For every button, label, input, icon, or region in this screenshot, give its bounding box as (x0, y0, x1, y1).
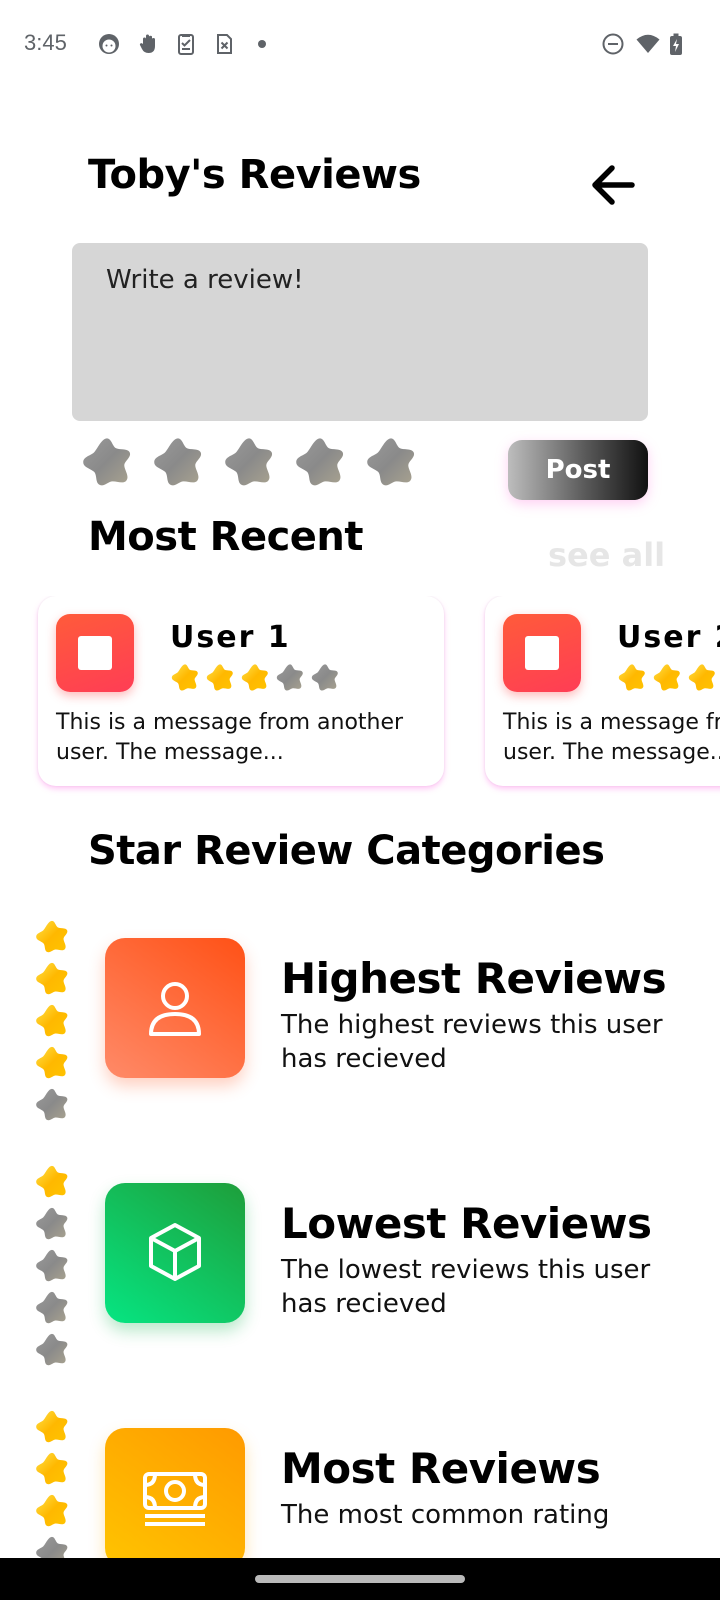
star-empty-icon[interactable] (222, 434, 276, 488)
category-icon-box (105, 938, 245, 1078)
star-filled-icon (34, 960, 70, 996)
category-title: Lowest Reviews (281, 1199, 652, 1248)
recent-reviews-carousel[interactable]: User 1 This is a message from another us… (0, 596, 720, 796)
category-title: Most Reviews (281, 1444, 601, 1493)
review-input[interactable] (72, 243, 648, 421)
category-description: The lowest reviews this user has recieve… (281, 1255, 651, 1319)
category-icon-box (105, 1183, 245, 1323)
user-icon (149, 982, 201, 1036)
category-description: The highest reviews this user has reciev… (281, 1010, 663, 1074)
see-all-link[interactable]: see all (548, 536, 665, 574)
star-filled-icon (687, 662, 717, 692)
back-button[interactable] (584, 154, 644, 214)
face-notification-icon (97, 32, 121, 56)
star-empty-icon[interactable] (364, 434, 418, 488)
star-filled-icon (34, 1044, 70, 1080)
category-description: The most common rating (281, 1500, 610, 1530)
clipboard-notification-icon (174, 32, 198, 56)
star-filled-icon (34, 1408, 70, 1444)
review-card[interactable]: User 2 This is a message from another us… (485, 596, 720, 786)
star-filled-icon (205, 662, 235, 692)
review-message: This is a message from another user. The… (56, 710, 404, 765)
cash-icon (143, 1472, 207, 1526)
star-empty-icon (34, 1247, 70, 1283)
dot-icon (250, 32, 274, 56)
review-stars (170, 662, 340, 692)
categories-title: Star Review Categories (88, 828, 605, 874)
star-filled-icon (34, 1002, 70, 1038)
rating-stars[interactable] (80, 434, 418, 488)
status-time: 3:45 (24, 30, 67, 55)
star-filled-icon (34, 1163, 70, 1199)
star-filled-icon (34, 918, 70, 954)
star-filled-icon (240, 662, 270, 692)
review-user-name: User 1 (170, 620, 291, 655)
avatar (503, 614, 581, 692)
category-lowest-reviews[interactable]: Lowest Reviews The lowest reviews this u… (0, 1163, 720, 1403)
review-user-name: User 2 (617, 620, 720, 655)
star-empty-icon (34, 1331, 70, 1367)
star-filled-icon (170, 662, 200, 692)
category-title: Highest Reviews (281, 954, 667, 1003)
category-stars (34, 1163, 70, 1367)
star-empty-icon[interactable] (80, 434, 134, 488)
star-filled-icon (652, 662, 682, 692)
star-empty-icon (310, 662, 340, 692)
do-not-disturb-icon (601, 32, 625, 56)
star-empty-icon (275, 662, 305, 692)
review-card[interactable]: User 1 This is a message from another us… (38, 596, 444, 786)
category-highest-reviews[interactable]: Highest Reviews The highest reviews this… (0, 918, 720, 1158)
star-filled-icon (34, 1492, 70, 1528)
category-icon-box (105, 1428, 245, 1568)
sim-card-notification-icon (212, 32, 236, 56)
navigation-bar (0, 1558, 720, 1600)
star-empty-icon[interactable] (293, 434, 347, 488)
home-gesture-handle[interactable] (255, 1575, 465, 1583)
battery-charging-icon (664, 32, 688, 56)
avatar (56, 614, 134, 692)
wifi-icon (636, 32, 660, 56)
hand-notification-icon (136, 32, 160, 56)
status-bar: 3:45 (0, 0, 720, 90)
star-empty-icon (34, 1205, 70, 1241)
review-stars (617, 662, 720, 692)
most-recent-title: Most Recent (88, 514, 364, 560)
star-filled-icon (617, 662, 647, 692)
star-empty-icon[interactable] (151, 434, 205, 488)
category-stars (34, 918, 70, 1122)
post-button[interactable]: Post (508, 440, 648, 500)
star-empty-icon (34, 1289, 70, 1325)
review-message: This is a message from another user. The… (503, 710, 720, 765)
star-filled-icon (34, 1450, 70, 1486)
page-title: Toby's Reviews (88, 152, 421, 198)
arrow-left-icon (592, 165, 635, 205)
cube-icon (149, 1223, 201, 1281)
star-empty-icon (34, 1086, 70, 1122)
